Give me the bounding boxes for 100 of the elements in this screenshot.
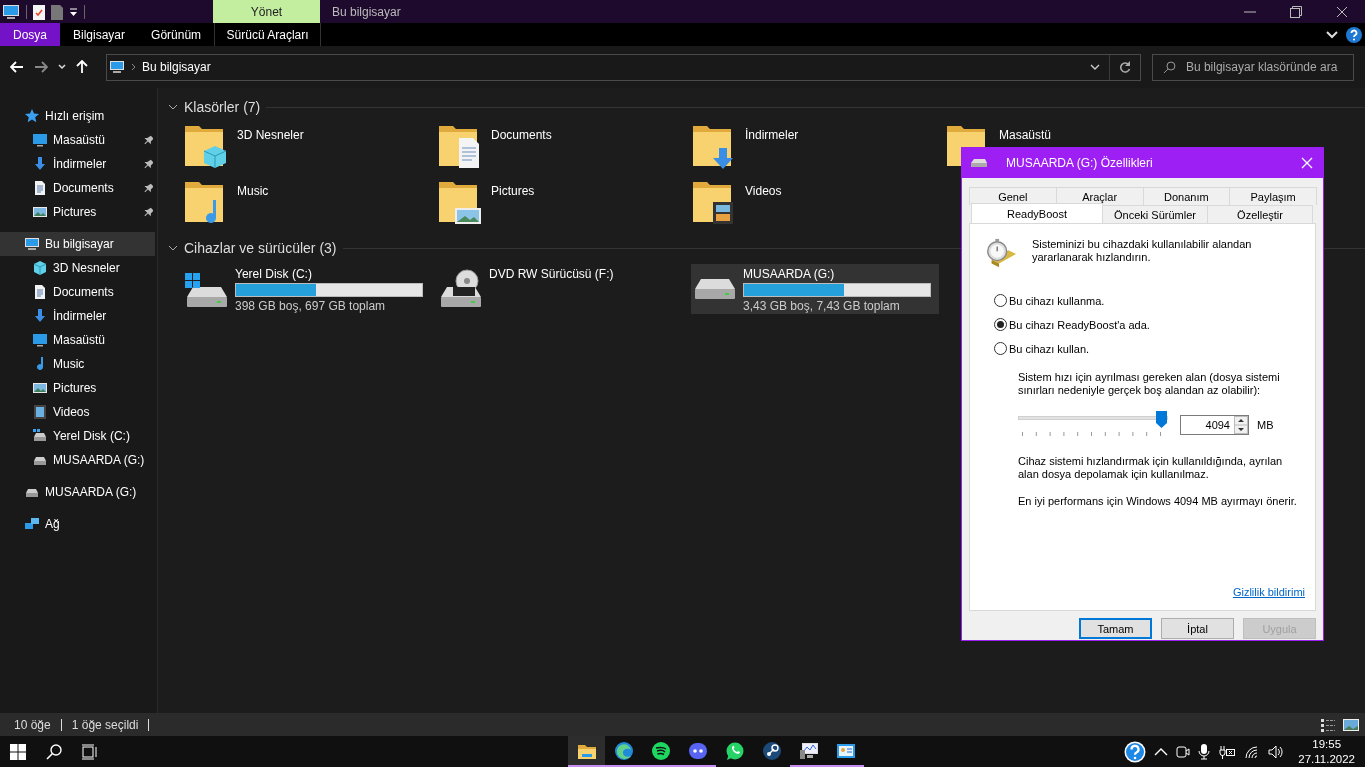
privacy-link[interactable]: Gizlilik bildirimi: [1232, 586, 1305, 598]
unit-label: MB: [1257, 419, 1274, 431]
nav-item[interactable]: Bu bilgisayar: [0, 232, 155, 256]
radio-button[interactable]: [994, 318, 1007, 331]
nav-item[interactable]: MUSAARDA (G:): [0, 448, 155, 472]
dialog-title: MUSAARDA (G:) Özellikleri: [1006, 156, 1154, 170]
number-field[interactable]: 4094: [1180, 415, 1249, 435]
network-icon: [24, 516, 40, 532]
battery-icon[interactable]: [1218, 744, 1237, 759]
nav-item[interactable]: Masaüstü: [0, 128, 155, 152]
breadcrumb-item[interactable]: Bu bilgisayar: [142, 60, 211, 74]
computer-icon[interactable]: [2, 3, 20, 20]
slider[interactable]: [1018, 411, 1168, 428]
refresh-icon[interactable]: [1119, 61, 1131, 73]
download-arrow-icon: [32, 156, 48, 172]
pin-icon[interactable]: [143, 159, 153, 169]
context-tab[interactable]: Yönet: [213, 0, 320, 23]
dropdown-icon[interactable]: [69, 7, 78, 16]
folder-name[interactable]: Music: [237, 184, 269, 234]
pin-icon[interactable]: [143, 207, 153, 217]
back-arrow-icon[interactable]: [10, 61, 24, 73]
nav-item[interactable]: İndirmeler: [0, 304, 155, 328]
nav-item[interactable]: Pictures: [0, 200, 155, 224]
monitor-chart-icon[interactable]: [798, 740, 819, 761]
search-field[interactable]: Bu bilgisayar klasöründe ara: [1152, 53, 1354, 81]
gamepad-face-icon[interactable]: [687, 740, 708, 761]
slider-thumb[interactable]: [1156, 411, 1167, 428]
tab[interactable]: Araçlar: [1055, 187, 1144, 205]
clock-button[interactable]: 19:55 27.11.2022: [1294, 736, 1359, 767]
nav-item[interactable]: İndirmeler: [0, 152, 155, 176]
nav-item[interactable]: Videos: [0, 400, 155, 424]
radio-label[interactable]: Bu cihazı kullanma.: [1009, 294, 1105, 307]
taskbar-button[interactable]: [568, 736, 605, 767]
chevron-up-icon[interactable]: [1154, 747, 1169, 756]
nav-item[interactable]: Documents: [0, 280, 155, 304]
drive-item[interactable]: DVD RW Sürücüsü (F:): [437, 264, 685, 314]
help-icon[interactable]: [1124, 740, 1147, 763]
details-view-icon[interactable]: [1321, 717, 1335, 732]
microphone-icon[interactable]: [1198, 743, 1211, 760]
ribbon-tab[interactable]: Görünüm: [138, 23, 215, 46]
radio-label[interactable]: Bu cihazı ReadyBoost'a ada.: [1009, 318, 1150, 331]
nav-item[interactable]: MUSAARDA (G:): [0, 480, 155, 504]
group-title[interactable]: Klasörler (7): [184, 99, 261, 115]
large-icons-view-icon[interactable]: [1343, 718, 1359, 731]
chevron-down-icon[interactable]: [58, 64, 66, 70]
pin-icon[interactable]: [143, 183, 153, 193]
folder-name[interactable]: 3D Nesneler: [237, 128, 304, 178]
restore-icon[interactable]: [1290, 5, 1302, 18]
nav-item[interactable]: Documents: [0, 176, 155, 200]
dialog-button[interactable]: Tamam: [1079, 618, 1152, 639]
group-title[interactable]: Cihazlar ve sürücüler (3): [184, 240, 337, 256]
dialog-button[interactable]: İptal: [1161, 618, 1234, 639]
radio-button[interactable]: [994, 294, 1007, 307]
folder-name[interactable]: İndirmeler: [745, 128, 799, 178]
wave-circle-icon[interactable]: [613, 740, 634, 761]
address-field[interactable]: Bu bilgisayar: [106, 53, 1141, 81]
chat-bubble-icon[interactable]: [724, 740, 745, 761]
properties-icon[interactable]: [33, 3, 45, 20]
download-arrow-icon: [32, 308, 48, 324]
nav-item[interactable]: Music: [0, 352, 155, 376]
camera-icon[interactable]: [1176, 744, 1191, 759]
nav-item[interactable]: Yerel Disk (C:): [0, 424, 155, 448]
up-arrow-icon[interactable]: [76, 60, 88, 74]
tab[interactable]: Paylaşım: [1229, 187, 1317, 205]
page-icon[interactable]: [51, 3, 63, 20]
folder-name[interactable]: Videos: [745, 184, 782, 234]
help-icon[interactable]: [1346, 26, 1362, 43]
computer-icon: [24, 236, 40, 252]
radio-label[interactable]: Bu cihazı kullan.: [1009, 342, 1090, 355]
task-view-icon[interactable]: [82, 743, 98, 760]
forward-arrow-icon[interactable]: [34, 61, 48, 73]
close-icon[interactable]: [1336, 5, 1348, 18]
nav-item[interactable]: 3D Nesneler: [0, 256, 155, 280]
search-icon[interactable]: [46, 743, 62, 760]
drive-icon: [694, 278, 736, 300]
chevron-down-icon[interactable]: [1090, 64, 1100, 70]
nav-item[interactable]: Masaüstü: [0, 328, 155, 352]
tab[interactable]: ReadyBoost: [971, 203, 1103, 223]
radio-button[interactable]: [994, 342, 1007, 355]
nav-item[interactable]: Hızlı erişim: [0, 104, 155, 128]
drive-item[interactable]: MUSAARDA (G:) 3,43 GB boş, 7,43 GB toplam: [691, 264, 939, 314]
tab[interactable]: Özelleştir: [1207, 205, 1313, 223]
ribbon-tab[interactable]: Bilgisayar: [60, 23, 139, 46]
ribbon-tab[interactable]: Dosya: [0, 23, 60, 46]
pin-icon[interactable]: [143, 135, 153, 145]
up-down-arrows-icon[interactable]: [1234, 416, 1248, 434]
picture-icon: [32, 380, 48, 396]
nav-item[interactable]: Ağ: [0, 512, 155, 536]
gear-circle-icon[interactable]: [761, 740, 782, 761]
chevron-down-icon[interactable]: [168, 243, 178, 253]
drive-item[interactable]: Yerel Disk (C:) 398 GB boş, 697 GB toplam: [183, 264, 431, 314]
folder-name[interactable]: Documents: [491, 128, 552, 178]
document-icon: [32, 284, 48, 300]
drive-space-text: 3,43 GB boş, 7,43 GB toplam: [743, 299, 901, 313]
nav-item[interactable]: Pictures: [0, 376, 155, 400]
folder-name[interactable]: Pictures: [491, 184, 535, 234]
chevron-down-icon[interactable]: [1326, 30, 1338, 39]
windows-logo-icon[interactable]: [10, 743, 26, 760]
chevron-down-icon[interactable]: [168, 102, 178, 112]
striped-circle-icon[interactable]: [650, 740, 671, 761]
